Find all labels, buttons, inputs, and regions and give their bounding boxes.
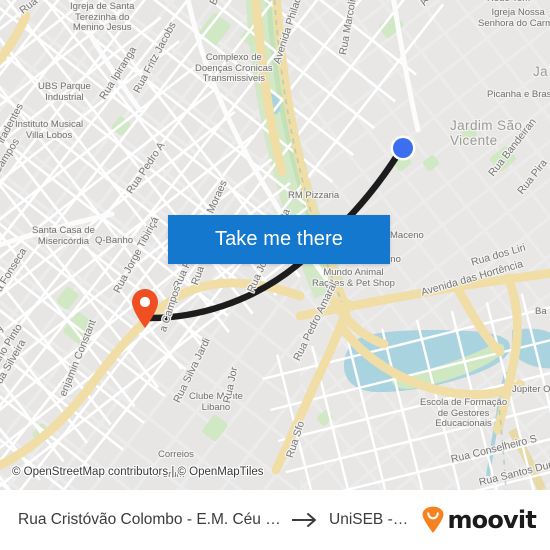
moovit-logo[interactable]: moovit [421,506,537,534]
map-attribution: © OpenStreetMap contributors | © OpenMap… [12,466,264,478]
take-me-there-button[interactable]: Take me there [168,215,390,264]
moovit-map-screen: Igreja de Santa Terezinha do Menino Jesu… [0,0,550,550]
route-origin-label: Rua Cristóvão Colombo - E.M. Céu En… [18,511,281,528]
arrow-right-icon [292,513,316,527]
moovit-wordmark: moovit [447,506,536,534]
route-destination-label: UniSEB - … [329,511,411,528]
moovit-pin-icon [422,506,444,533]
bottom-bar: Rua Cristóvão Colombo - E.M. Céu En… Uni… [0,490,550,550]
route-summary[interactable]: Rua Cristóvão Colombo - E.M. Céu En… Uni… [18,511,421,529]
map-canvas[interactable]: Igreja de Santa Terezinha do Menino Jesu… [0,0,550,490]
